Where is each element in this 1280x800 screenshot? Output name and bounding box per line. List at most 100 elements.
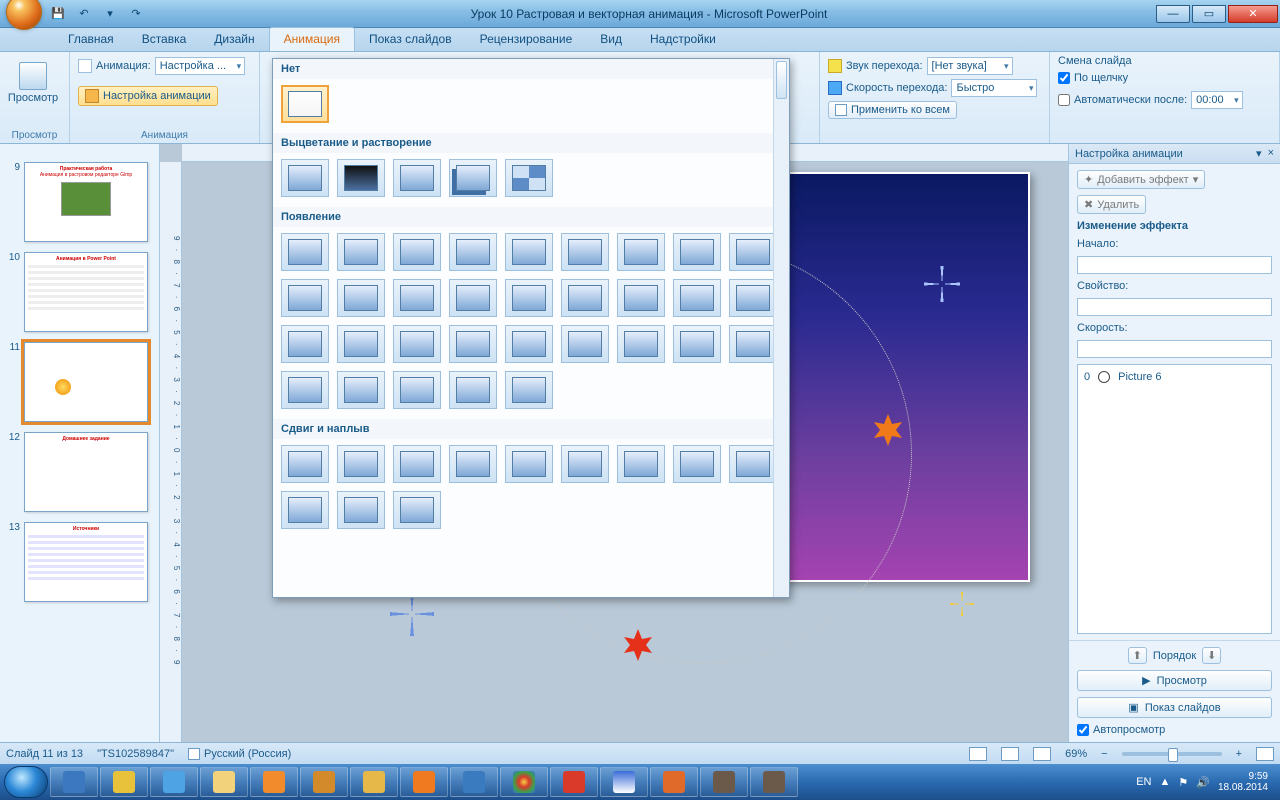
start-dropdown[interactable] — [1077, 256, 1272, 274]
transition-item[interactable] — [729, 279, 777, 317]
transition-item[interactable] — [281, 491, 329, 529]
property-dropdown[interactable] — [1077, 298, 1272, 316]
taskbar-item[interactable] — [150, 767, 198, 797]
autopreview-checkbox[interactable] — [1077, 724, 1089, 736]
effect-list[interactable]: 0 Picture 6 — [1077, 364, 1272, 634]
taskbar-item[interactable] — [750, 767, 798, 797]
view-normal-button[interactable] — [969, 747, 987, 761]
taskbar-item[interactable] — [600, 767, 648, 797]
add-effect-button[interactable]: ✦ Добавить эффект ▾ — [1077, 170, 1205, 189]
transition-item[interactable] — [337, 159, 385, 197]
tab-slideshow[interactable]: Показ слайдов — [355, 28, 466, 51]
transition-item[interactable] — [561, 445, 609, 483]
taskbar-item[interactable] — [550, 767, 598, 797]
transition-item[interactable] — [617, 445, 665, 483]
save-icon[interactable]: 💾 — [50, 6, 66, 22]
transition-item[interactable] — [617, 279, 665, 317]
transition-item[interactable] — [729, 325, 777, 363]
transition-item[interactable] — [505, 233, 553, 271]
fit-to-window-button[interactable] — [1256, 747, 1274, 761]
tray-language[interactable]: EN — [1136, 776, 1151, 788]
on-click-checkbox[interactable] — [1058, 72, 1070, 84]
taskbar-item[interactable] — [300, 767, 348, 797]
transition-item[interactable] — [505, 159, 553, 197]
slideshow-pane-button[interactable]: ▣ Показ слайдов — [1077, 697, 1272, 718]
tab-insert[interactable]: Вставка — [128, 28, 201, 51]
tab-animation[interactable]: Анимация — [269, 27, 355, 51]
auto-after-time[interactable]: 00:00 — [1191, 91, 1243, 109]
close-button[interactable]: ✕ — [1228, 5, 1278, 23]
taskbar-item[interactable] — [350, 767, 398, 797]
transition-speed-dropdown[interactable]: Быстро — [951, 79, 1037, 97]
animation-dropdown[interactable]: Настройка ... — [155, 57, 245, 75]
preview-button[interactable]: Просмотр — [8, 55, 58, 111]
task-pane-close-icon[interactable]: × — [1268, 147, 1274, 160]
transition-item[interactable] — [673, 279, 721, 317]
transition-item[interactable] — [337, 491, 385, 529]
thumbnail-pane[interactable]: 9 Практическая работа Анимация в растров… — [0, 144, 160, 742]
transition-item[interactable] — [393, 325, 441, 363]
transition-item[interactable] — [281, 233, 329, 271]
sun-shape-orange[interactable] — [872, 414, 904, 446]
transition-item[interactable] — [337, 325, 385, 363]
redo-icon[interactable]: ↷ — [128, 6, 144, 22]
transition-item[interactable] — [505, 445, 553, 483]
tab-review[interactable]: Рецензирование — [466, 28, 587, 51]
tab-design[interactable]: Дизайн — [200, 28, 268, 51]
star-shape[interactable] — [390, 592, 434, 636]
tray-network-icon[interactable]: ⚑ — [1178, 776, 1188, 789]
speed-dropdown[interactable] — [1077, 340, 1272, 358]
auto-after-checkbox[interactable] — [1058, 94, 1070, 106]
taskbar-item[interactable] — [450, 767, 498, 797]
transition-item[interactable] — [729, 445, 777, 483]
transition-item[interactable] — [393, 491, 441, 529]
transition-item[interactable] — [449, 445, 497, 483]
transition-item[interactable] — [281, 445, 329, 483]
taskbar-item[interactable] — [650, 767, 698, 797]
transition-item[interactable] — [617, 233, 665, 271]
start-button[interactable] — [4, 766, 48, 798]
thumbnail-10[interactable]: 10 Анимация в Power Point — [6, 252, 153, 332]
tab-addins[interactable]: Надстройки — [636, 28, 730, 51]
transition-item[interactable] — [449, 159, 497, 197]
transition-item[interactable] — [393, 233, 441, 271]
transition-item[interactable] — [449, 233, 497, 271]
view-slideshow-button[interactable] — [1033, 747, 1051, 761]
spellcheck-icon[interactable] — [188, 748, 200, 760]
transition-item[interactable] — [505, 371, 553, 409]
taskbar-item[interactable] — [250, 767, 298, 797]
minimize-button[interactable]: — — [1156, 5, 1190, 23]
transition-item[interactable] — [449, 371, 497, 409]
taskbar-item[interactable] — [100, 767, 148, 797]
tab-home[interactable]: Главная — [54, 28, 128, 51]
taskbar-item[interactable] — [700, 767, 748, 797]
tab-view[interactable]: Вид — [586, 28, 636, 51]
undo-icon[interactable]: ↶ — [76, 6, 92, 22]
taskbar-item[interactable] — [200, 767, 248, 797]
zoom-slider[interactable] — [1122, 752, 1222, 756]
apply-to-all-button[interactable]: Применить ко всем — [828, 101, 957, 119]
transition-item[interactable] — [449, 279, 497, 317]
animation-settings-button[interactable]: Настройка анимации — [78, 86, 218, 106]
thumbnail-12[interactable]: 12 Домашнее задание — [6, 432, 153, 512]
sun-shape-red[interactable] — [622, 629, 654, 661]
zoom-level[interactable]: 69% — [1065, 748, 1087, 760]
transition-item[interactable] — [673, 233, 721, 271]
star-shape[interactable] — [950, 592, 974, 616]
transition-item[interactable] — [281, 279, 329, 317]
transition-item[interactable] — [393, 371, 441, 409]
transition-item[interactable] — [505, 279, 553, 317]
tray-volume-icon[interactable]: 🔊 — [1196, 776, 1210, 789]
transition-gallery-dropdown[interactable]: Нет Выцветание и растворение Появление — [272, 58, 790, 598]
zoom-out-button[interactable]: − — [1101, 748, 1107, 760]
star-shape[interactable] — [924, 266, 960, 302]
transition-item[interactable] — [393, 159, 441, 197]
transition-item[interactable] — [561, 233, 609, 271]
transition-item[interactable] — [281, 371, 329, 409]
tray-clock[interactable]: 9:59 18.08.2014 — [1218, 771, 1268, 793]
qat-dropdown-icon[interactable]: ▾ — [102, 6, 118, 22]
zoom-in-button[interactable]: + — [1236, 748, 1242, 760]
view-sorter-button[interactable] — [1001, 747, 1019, 761]
transition-item[interactable] — [393, 279, 441, 317]
transition-item[interactable] — [561, 325, 609, 363]
